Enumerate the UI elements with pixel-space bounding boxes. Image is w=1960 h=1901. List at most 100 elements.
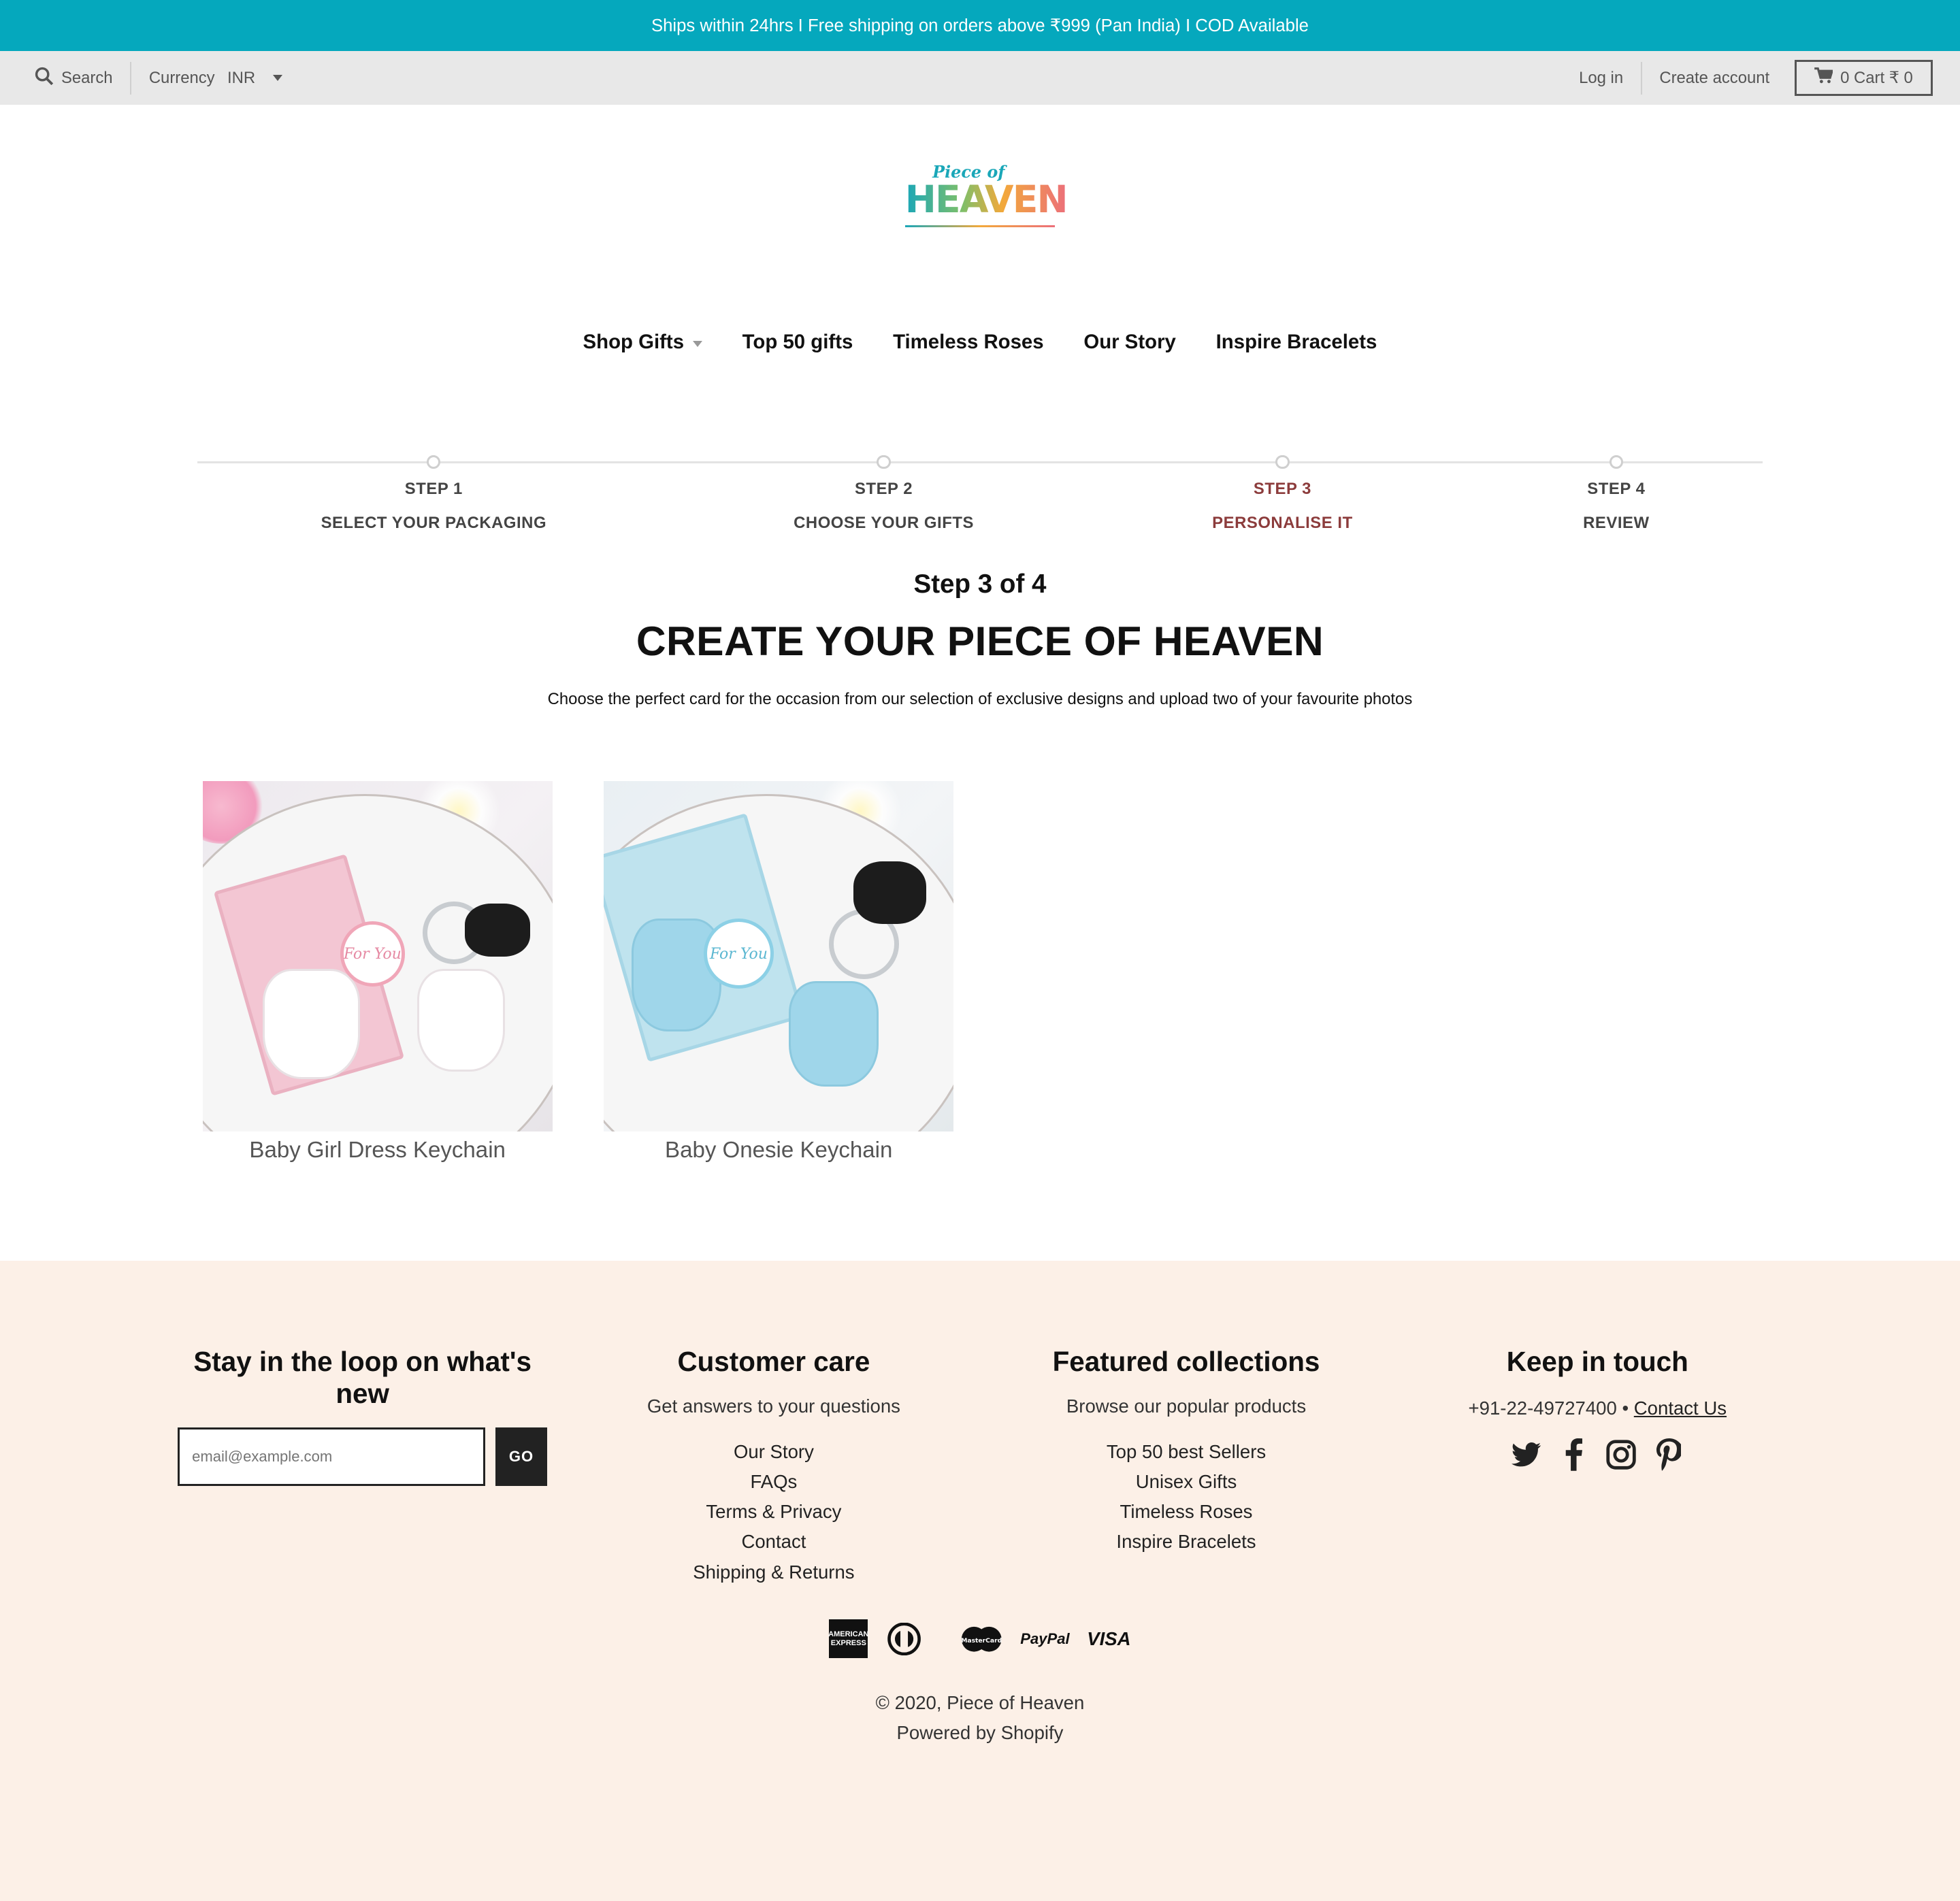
for-you-tag: For You (340, 921, 406, 987)
create-account-link[interactable]: Create account (1659, 69, 1769, 88)
login-link[interactable]: Log in (1579, 69, 1623, 88)
footer-link-shipping[interactable]: Shipping & Returns (586, 1557, 961, 1587)
header: Piece of HEAVEN (0, 105, 1960, 331)
product-name[interactable]: Baby Onesie Keychain (604, 1138, 953, 1163)
keep-in-touch-section: Keep in touch +91-22-49727400 • Contact … (1410, 1346, 1785, 1472)
nav-top-50-gifts[interactable]: Top 50 gifts (742, 318, 853, 367)
contact-us-link[interactable]: Contact Us (1634, 1398, 1727, 1419)
product-image[interactable]: For You (604, 781, 954, 1131)
car-key (465, 904, 530, 957)
step-title: CHOOSE YOUR GIFTS (794, 514, 974, 533)
step-number: STEP 3 (1253, 480, 1311, 499)
announcement-text: Ships within 24hrs I Free shipping on or… (651, 16, 1309, 35)
customer-care-heading: Customer care (677, 1346, 870, 1378)
divider (130, 61, 132, 95)
step-2[interactable]: STEP 2 CHOOSE YOUR GIFTS (721, 454, 1047, 533)
step-number: STEP 1 (404, 480, 463, 499)
newsletter-form: GO (177, 1427, 548, 1487)
social-links (1410, 1437, 1785, 1472)
paypal-icon: PayPal (1020, 1630, 1070, 1647)
cart-label: 0 Cart ₹ 0 (1840, 69, 1913, 88)
dress-charm (262, 968, 360, 1079)
phone-number: +91-22-49727400 • (1468, 1398, 1629, 1419)
site-logo[interactable]: Piece of HEAVEN (904, 163, 1068, 228)
product-card[interactable]: For You Baby Girl Dress Keychain (202, 781, 553, 1163)
progress-steps: STEP 1 SELECT YOUR PACKAGING STEP 2 CHOO… (0, 420, 1960, 569)
currency-selector[interactable]: Currency INR (149, 69, 282, 88)
contact-line: +91-22-49727400 • Contact Us (1410, 1398, 1785, 1419)
currency-label: Currency (148, 68, 215, 87)
featured-heading: Featured collections (1052, 1346, 1320, 1378)
product-grid: For You Baby Girl Dress Keychain For You (0, 781, 1960, 1163)
copyright-text: © 2020, Piece of Heaven (875, 1692, 1085, 1714)
newsletter-heading: Stay in the loop on what's new (193, 1346, 532, 1410)
footer-link-top-50[interactable]: Top 50 best Sellers (999, 1437, 1374, 1467)
subscribe-button[interactable]: GO (495, 1427, 548, 1487)
step-dot (877, 454, 891, 469)
nav-label: Inspire Bracelets (1215, 331, 1377, 354)
footer-link-terms[interactable]: Terms & Privacy (586, 1497, 961, 1527)
step-3[interactable]: STEP 3 PERSONALISE IT (1120, 454, 1446, 533)
step-dot (1275, 454, 1290, 469)
step-4[interactable]: STEP 4 REVIEW (1454, 454, 1779, 533)
footer-link-our-story[interactable]: Our Story (586, 1437, 961, 1467)
footer-link-roses[interactable]: Timeless Roses (999, 1497, 1374, 1527)
step-1[interactable]: STEP 1 SELECT YOUR PACKAGING (272, 454, 597, 533)
logo-underline (904, 225, 1056, 228)
search-label: Search (61, 68, 113, 87)
footer-link-bracelets[interactable]: Inspire Bracelets (999, 1527, 1374, 1557)
page-title: CREATE YOUR PIECE OF HEAVEN (636, 618, 1324, 665)
svg-text:MasterCard: MasterCard (961, 1636, 1002, 1644)
site-footer: Stay in the loop on what's new GO Custom… (0, 1261, 1960, 1901)
cart-button[interactable]: 0 Cart ₹ 0 (1794, 60, 1933, 97)
instagram-icon[interactable] (1606, 1437, 1636, 1472)
nav-label: Top 50 gifts (742, 331, 853, 354)
newsletter-section: Stay in the loop on what's new GO (177, 1346, 548, 1487)
email-field[interactable] (177, 1427, 485, 1487)
step-indicator: Step 3 of 4 (913, 569, 1047, 599)
car-key (853, 861, 926, 924)
nav-shop-gifts[interactable]: Shop Gifts (583, 318, 702, 367)
featured-links: Top 50 best Sellers Unisex Gifts Timeles… (999, 1437, 1374, 1557)
customer-care-links: Our Story FAQs Terms & Privacy Contact S… (586, 1437, 961, 1587)
chevron-down-icon (692, 340, 702, 347)
step-number: STEP 4 (1587, 480, 1646, 499)
footer-link-unisex[interactable]: Unisex Gifts (999, 1467, 1374, 1497)
customer-care-desc: Get answers to your questions (647, 1395, 900, 1417)
product-name[interactable]: Baby Girl Dress Keychain (203, 1138, 553, 1163)
powered-by-link[interactable]: Powered by Shopify (0, 1718, 1960, 1748)
page-subtitle: Choose the perfect card for the occasion… (547, 689, 1413, 708)
facebook-icon[interactable] (1558, 1437, 1588, 1472)
divider (1640, 61, 1642, 95)
pinterest-icon[interactable] (1654, 1437, 1684, 1472)
onesie-charm (788, 981, 879, 1087)
footer-link-faqs[interactable]: FAQs (586, 1467, 961, 1497)
step-title: SELECT YOUR PACKAGING (321, 514, 547, 533)
twitter-icon[interactable] (1511, 1437, 1541, 1472)
step-title: REVIEW (1583, 514, 1650, 533)
nav-label: Timeless Roses (893, 331, 1044, 354)
nav-label: Our Story (1083, 331, 1176, 354)
search-link[interactable]: Search (35, 67, 113, 90)
payment-methods: AMERICAN EXPRESS MasterCard PayPal VISA (0, 1619, 1960, 1659)
nav-timeless-roses[interactable]: Timeless Roses (893, 318, 1044, 367)
nav-inspire-bracelets[interactable]: Inspire Bracelets (1216, 318, 1377, 367)
visa-icon: VISA (1087, 1627, 1131, 1649)
search-icon (35, 67, 54, 90)
footer-link-contact[interactable]: Contact (586, 1527, 961, 1557)
amex-icon: AMERICAN EXPRESS (828, 1619, 869, 1659)
step-dot (427, 454, 441, 469)
utility-bar: Search Currency INR Log in Create accoun… (0, 51, 1960, 105)
nav-label: Shop Gifts (583, 331, 685, 354)
product-image[interactable]: For You (202, 781, 553, 1131)
step-dot (1609, 454, 1623, 469)
dress-charm (417, 968, 505, 1072)
product-card[interactable]: For You Baby Onesie Keychain (604, 781, 954, 1163)
customer-care-section: Customer care Get answers to your questi… (586, 1346, 961, 1587)
step-title: PERSONALISE IT (1212, 514, 1353, 533)
for-you-tag: For You (704, 919, 774, 989)
nav-our-story[interactable]: Our Story (1083, 318, 1175, 367)
currency-value: INR (227, 68, 256, 87)
announcement-bar: Ships within 24hrs I Free shipping on or… (0, 0, 1960, 52)
logo-large-text: HEAVEN (904, 177, 1068, 221)
